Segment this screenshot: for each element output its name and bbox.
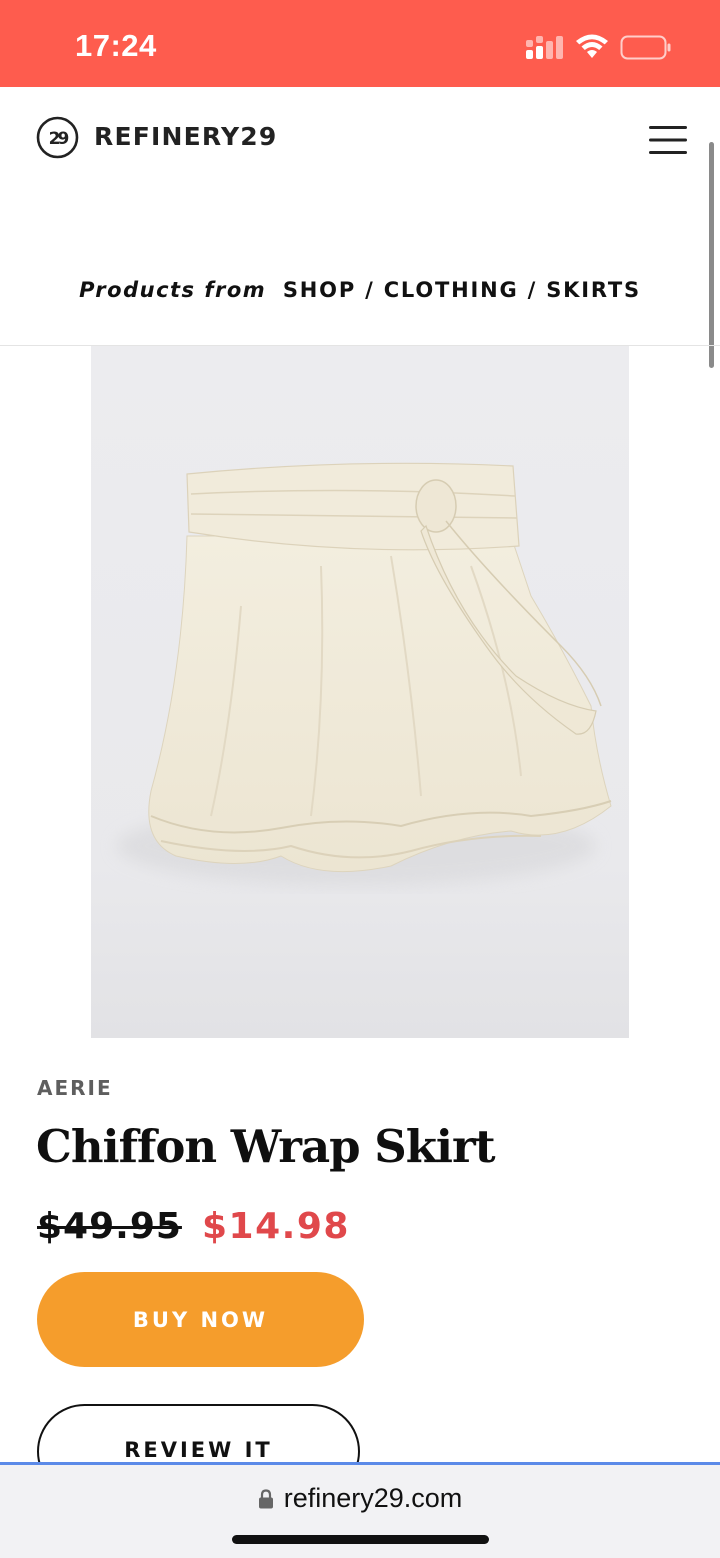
site-logo-text[interactable]: REFINERY29 (94, 122, 277, 151)
wifi-icon (576, 34, 608, 58)
product-image[interactable] (91, 346, 629, 1038)
breadcrumb: Products from SHOP / CLOTHING / SKIRTS (0, 278, 720, 302)
product-title: Chiffon Wrap Skirt (36, 1120, 496, 1173)
buy-now-button[interactable]: BUY NOW (37, 1272, 364, 1367)
page-scrollbar[interactable] (709, 142, 714, 368)
breadcrumb-lead: Products from (79, 278, 267, 302)
site-header: 29 REFINERY29 (0, 87, 720, 187)
sale-price: $14.98 (202, 1206, 350, 1247)
battery-icon (620, 35, 671, 60)
browser-address-bar[interactable]: refinery29.com (0, 1462, 720, 1558)
hamburger-menu-icon[interactable] (648, 125, 688, 155)
refinery29-logo-icon[interactable]: 29 (36, 116, 79, 159)
svg-text:29: 29 (49, 129, 69, 149)
skirt-illustration (116, 462, 612, 886)
product-brand[interactable]: AERIE (37, 1076, 113, 1100)
lock-icon (258, 1489, 273, 1509)
url-text[interactable]: refinery29.com (284, 1483, 463, 1513)
status-time: 17:24 (75, 28, 157, 63)
home-indicator[interactable] (232, 1535, 489, 1544)
original-price: $49.95 (37, 1206, 182, 1247)
cellular-signal-icon (526, 36, 563, 59)
breadcrumb-path[interactable]: SHOP / CLOTHING / SKIRTS (283, 278, 641, 302)
status-bar: 17:24 (0, 0, 720, 87)
url-display[interactable]: refinery29.com (0, 1483, 720, 1514)
review-it-label: REVIEW IT (124, 1438, 273, 1462)
